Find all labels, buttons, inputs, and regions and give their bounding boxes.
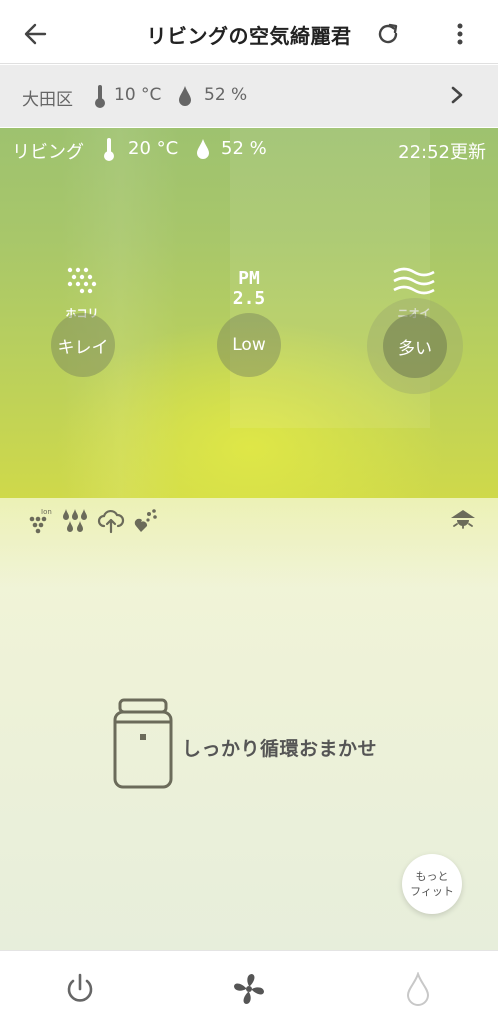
bottom-navigation <box>0 950 498 1024</box>
page-title: リビングの空気綺麗君 <box>146 24 352 48</box>
operation-mode-label: しっかり循環おまかせ <box>182 738 378 760</box>
pm25-icon: PM 2.5 <box>233 268 266 308</box>
humidify-button[interactable] <box>398 969 438 1009</box>
dust-sensor: ホコリ <box>27 128 137 320</box>
dust-icon <box>67 267 97 294</box>
more-menu-button[interactable] <box>442 16 478 52</box>
pm25-sensor: PM 2.5 <box>194 128 304 308</box>
water-drop-icon <box>179 86 191 106</box>
odor-status-bubble[interactable]: 多い <box>367 298 463 394</box>
app-header: リビングの空気綺麗君 <box>0 0 498 64</box>
care-mode-button[interactable] <box>133 506 161 534</box>
odor-status-inner: 多い <box>383 314 447 378</box>
air-purifier-icon <box>113 698 173 789</box>
more-fit-button[interactable]: もっと フィット <box>402 854 462 914</box>
more-vertical-icon <box>457 23 463 45</box>
outdoor-area: 大田区 <box>22 90 73 110</box>
water-drop-icon <box>406 972 430 1006</box>
power-icon <box>67 973 93 1002</box>
svg-text:PM: PM <box>238 268 260 289</box>
chevron-right-icon <box>451 86 463 104</box>
more-fit-line1: もっと <box>415 870 449 883</box>
pm25-value: Low <box>232 335 266 355</box>
odor-value: 多い <box>398 338 432 359</box>
thermometer-icon <box>95 85 105 108</box>
outdoor-weather-bar[interactable]: 大田区 10 °C 52 % <box>0 65 498 127</box>
pm25-status-bubble[interactable]: Low <box>217 313 281 377</box>
dust-value: キレイ <box>57 337 109 358</box>
svg-text:Ion: Ion <box>41 508 52 516</box>
fan-icon <box>234 974 264 1004</box>
svg-text:2.5: 2.5 <box>233 288 266 308</box>
ion-icon: Ion <box>29 508 52 534</box>
humidify-icon <box>63 509 87 532</box>
outdoor-temperature: 10 °C <box>114 85 162 105</box>
operation-panel: Ion しっかり循環おまかせ もっと フィット <box>0 498 498 950</box>
room-status-panel: リビング 20 °C 52 % 22:52更新 ホコリ キレイ PM 2.5 L… <box>0 128 498 498</box>
light-mode-button[interactable] <box>449 506 477 534</box>
fan-button[interactable] <box>229 969 269 1009</box>
ion-mode-button[interactable]: Ion <box>26 506 54 534</box>
heart-icon <box>134 509 157 532</box>
refresh-icon <box>378 23 398 44</box>
more-fit-line2: フィット <box>410 885 454 898</box>
odor-icon <box>393 267 435 295</box>
dust-status-bubble[interactable]: キレイ <box>51 313 115 377</box>
odor-sensor: ニオイ <box>359 128 469 320</box>
cloud-upload-icon <box>97 509 125 534</box>
outdoor-humidity: 52 % <box>204 85 248 105</box>
ceiling-light-icon <box>451 510 475 529</box>
refresh-button[interactable] <box>370 16 406 52</box>
humidify-mode-button[interactable] <box>61 506 89 534</box>
circulation-mode-button[interactable] <box>97 506 125 534</box>
power-button[interactable] <box>60 969 100 1009</box>
